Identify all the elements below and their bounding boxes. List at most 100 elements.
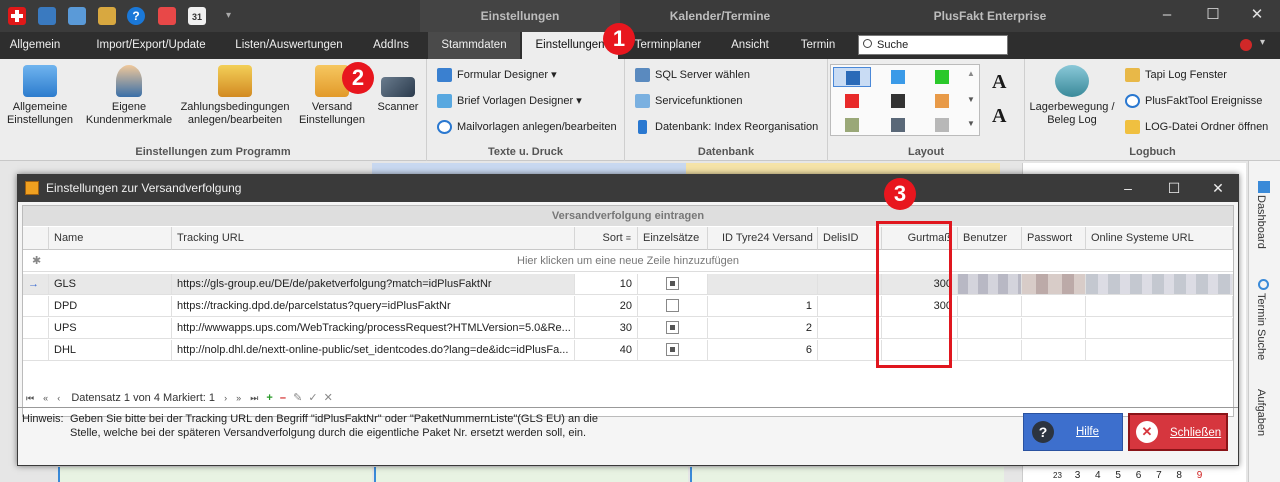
new-row[interactable]: ✱ Hier klicken um eine neue Zeile hinzuz… (23, 251, 1233, 272)
cell-tyre[interactable]: 2 (708, 318, 818, 339)
maximize-button[interactable]: ☐ (1190, 0, 1236, 32)
day-3[interactable]: 3 (1075, 470, 1081, 481)
cell-online-url[interactable] (1086, 318, 1233, 339)
day-9[interactable]: 9 (1197, 470, 1203, 481)
nav-first-icon[interactable]: ⏮ (26, 393, 34, 403)
cell-name[interactable]: DHL (49, 340, 172, 361)
nav-edit-icon[interactable]: ✎ (293, 392, 302, 404)
layout-swatch-grey[interactable] (923, 115, 961, 135)
cell-benutzer[interactable] (958, 296, 1022, 317)
layout-swatch-blue[interactable] (879, 67, 917, 87)
quick-access-dropdown-icon[interactable]: ▾ (226, 10, 231, 21)
brief-vorlagen-button[interactable]: Brief Vorlagen Designer ▾ (437, 91, 582, 111)
dialog-minimize-button[interactable]: – (1106, 175, 1150, 202)
index-reorganisation-button[interactable]: Datenbank: Index Reorganisation (635, 117, 818, 137)
cell-delis[interactable] (818, 296, 882, 317)
tab-stammdaten[interactable]: Stammdaten (428, 32, 520, 59)
nav-prev-page-icon[interactable]: « (43, 393, 48, 403)
tab-termin[interactable]: Termin (790, 32, 846, 59)
eigene-kundenmerkmale-button[interactable]: Eigene Kundenmerkmale (84, 65, 174, 127)
cell-sort[interactable]: 20 (575, 296, 638, 317)
column-header-einzelsaetze[interactable]: Einzelsätze (638, 227, 708, 250)
formular-designer-button[interactable]: Formular Designer ▾ (437, 65, 557, 85)
dialog-maximize-button[interactable]: ☐ (1152, 175, 1196, 202)
mailvorlagen-button[interactable]: Mailvorlagen anlegen/bearbeiten (437, 117, 617, 137)
layout-swatch-red[interactable] (833, 91, 871, 111)
day-6[interactable]: 6 (1136, 470, 1142, 481)
column-header-tracking-url[interactable]: Tracking URL (172, 227, 575, 250)
cell-einzel[interactable] (638, 340, 708, 361)
font-grow-icon[interactable]: A (992, 71, 1006, 94)
users-icon[interactable] (98, 7, 116, 25)
cell-url[interactable]: http://wwwapps.ups.com/WebTracking/proce… (172, 318, 575, 339)
help-button[interactable]: ? Hilfe (1023, 413, 1123, 451)
day-8[interactable]: 8 (1176, 470, 1182, 481)
servicefunktionen-button[interactable]: Servicefunktionen (635, 91, 742, 111)
nav-cancel-icon[interactable]: ✕ (324, 392, 333, 404)
table-row-ups[interactable]: UPS http://wwwapps.ups.com/WebTracking/p… (23, 318, 1233, 339)
cell-benutzer[interactable] (958, 340, 1022, 361)
font-shrink-icon[interactable]: A (992, 105, 1006, 128)
cell-url[interactable]: https://gls-group.eu/DE/de/paketverfolgu… (172, 274, 575, 295)
column-header-sort[interactable]: Sort ≡ (575, 227, 638, 250)
cell-name[interactable]: UPS (49, 318, 172, 339)
medical-icon[interactable] (158, 7, 176, 25)
tab-addins[interactable]: AddIns (360, 32, 422, 59)
cell-delis[interactable] (818, 318, 882, 339)
cell-name[interactable]: GLS (49, 274, 172, 295)
column-header-delisid[interactable]: DelisID (818, 227, 882, 250)
ribbon-badge-icon[interactable] (1240, 39, 1252, 51)
cell-sort[interactable]: 40 (575, 340, 638, 361)
cell-tyre[interactable] (708, 274, 818, 295)
day-5[interactable]: 5 (1115, 470, 1121, 481)
lagerbewegung-log-button[interactable]: Lagerbewegung / Beleg Log (1029, 65, 1115, 127)
column-header-tyre24[interactable]: ID Tyre24 Versand (708, 227, 818, 250)
day-7[interactable]: 7 (1156, 470, 1162, 481)
sidebar-item-aufgaben[interactable]: Aufgaben (1255, 389, 1267, 436)
ribbon-options-icon[interactable]: ▾ (1260, 37, 1265, 48)
cell-einzel[interactable] (638, 296, 708, 317)
nav-delete-icon[interactable]: – (280, 392, 286, 404)
sidebar-item-dashboard[interactable]: Dashboard (1255, 195, 1267, 249)
table-row-gls[interactable]: → GLS https://gls-group.eu/DE/de/paketve… (23, 274, 1233, 295)
search-input[interactable]: Suche (858, 35, 1008, 55)
einzel-checkbox[interactable] (666, 276, 679, 290)
cell-sort[interactable]: 10 (575, 274, 638, 295)
tab-listen[interactable]: Listen/Auswertungen (226, 32, 352, 59)
cell-name[interactable]: DPD (49, 296, 172, 317)
nav-next-icon[interactable]: › (224, 393, 227, 403)
sidebar-item-termin-suche[interactable]: Termin Suche (1255, 293, 1267, 360)
cell-url[interactable]: https://tracking.dpd.de/parcelstatus?que… (172, 296, 575, 317)
dialog-close-button[interactable]: ✕ (1196, 175, 1240, 202)
layout-swatch-slate[interactable] (879, 115, 917, 135)
table-row-dpd[interactable]: DPD https://tracking.dpd.de/parcelstatus… (23, 296, 1233, 317)
tab-ansicht[interactable]: Ansicht (718, 32, 782, 59)
cell-benutzer[interactable] (958, 318, 1022, 339)
nav-last-icon[interactable]: ⏭ (250, 393, 258, 403)
cell-url[interactable]: http://nolp.dhl.de/nextt-online-public/s… (172, 340, 575, 361)
tapi-log-button[interactable]: Tapi Log Fenster (1125, 65, 1227, 85)
close-dialog-button[interactable]: ✕ Schließen (1128, 413, 1228, 451)
calendar-icon[interactable]: 31 (188, 7, 206, 25)
tab-terminplaner[interactable]: Terminplaner (624, 32, 712, 59)
swiss-flag-icon[interactable] (8, 7, 26, 25)
nav-next-page-icon[interactable]: » (236, 393, 241, 403)
log-ordner-button[interactable]: LOG-Datei Ordner öffnen (1125, 117, 1268, 137)
cell-tyre[interactable]: 6 (708, 340, 818, 361)
cell-einzel[interactable] (638, 274, 708, 295)
tab-allgemein[interactable]: Allgemein (0, 32, 70, 59)
einzel-checkbox[interactable] (666, 298, 679, 312)
plusfakttool-ereignisse-button[interactable]: PlusFaktTool Ereignisse (1125, 91, 1262, 111)
cell-sort[interactable]: 30 (575, 318, 638, 339)
cell-passwort[interactable] (1022, 296, 1086, 317)
nav-prev-icon[interactable]: ‹ (57, 393, 60, 403)
einzel-checkbox[interactable] (666, 320, 679, 334)
einzel-checkbox[interactable] (666, 342, 679, 356)
tab-import-export[interactable]: Import/Export/Update (82, 32, 220, 59)
cell-delis[interactable] (818, 340, 882, 361)
sql-server-button[interactable]: SQL Server wählen (635, 65, 750, 85)
column-header-benutzer[interactable]: Benutzer (958, 227, 1022, 250)
tools-icon[interactable] (38, 7, 56, 25)
column-header-online-url[interactable]: Online Systeme URL (1086, 227, 1233, 250)
cell-delis[interactable] (818, 274, 882, 295)
